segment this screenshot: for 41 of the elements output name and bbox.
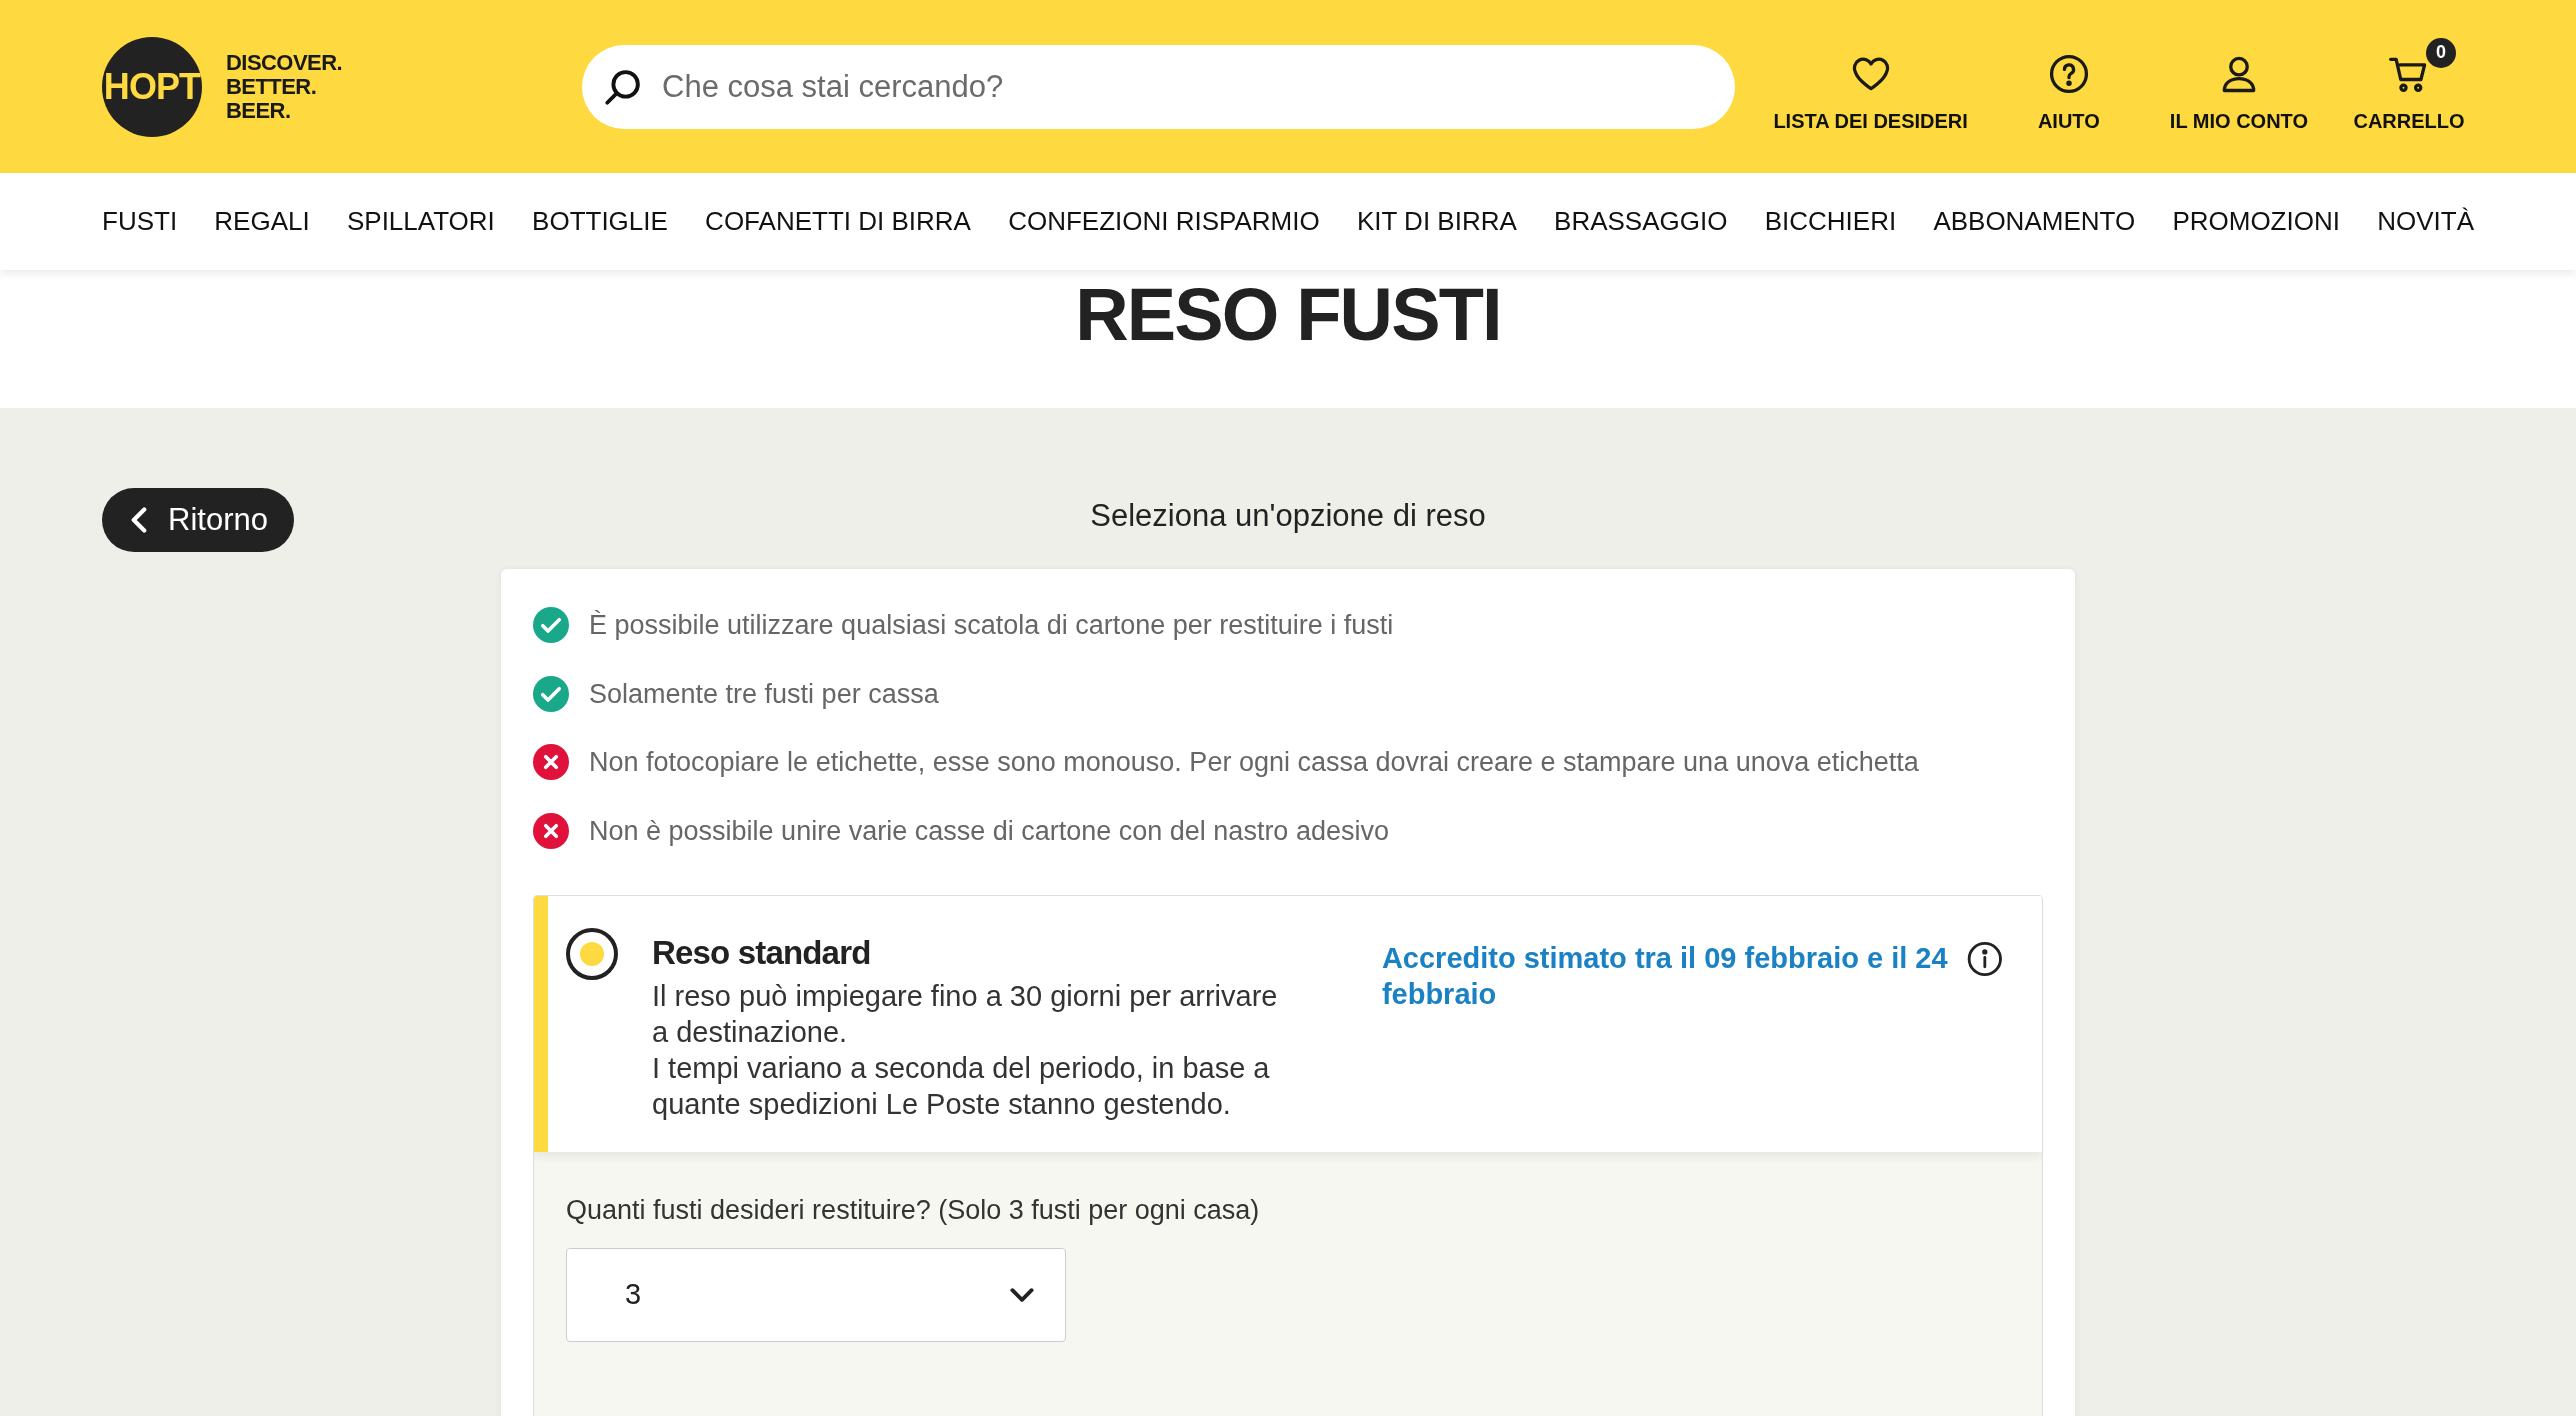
header-action[interactable]: IL MIO CONTO [2161, 37, 2316, 136]
nav-link[interactable]: BOTTIGLIE [532, 202, 668, 241]
cross-icon [533, 812, 569, 849]
rule-text: Solamente tre fusti per cassa [589, 677, 939, 711]
nav-link[interactable]: REGALI [214, 202, 310, 241]
rule-text: Non fotocopiare le etichette, esse sono monouso. Per ogni cassa dovrai creare e stampare una unova etichetta [589, 746, 1919, 779]
cart-count-badge: 0 [2426, 37, 2456, 68]
nav-link[interactable]: COFANETTI DI BIRRA [705, 202, 971, 241]
option-description: Il reso può impiegare fino a 30 giorni per arrivare a destinazione. [652, 978, 1279, 1050]
subtitle: Seleziona un'opzione di reso [1090, 497, 1486, 533]
option-description: I tempi variano a seconda del periodo, in base a quante spedizioni Le Poste stanno gestendo. [652, 1050, 1271, 1122]
header-action[interactable]: LISTA DEI DESIDERI [1765, 37, 1976, 136]
rule-text: È possibile utilizzare qualsiasi scatola di cartone per restituire i fusti [589, 609, 1394, 642]
nav-link[interactable]: PROMOZIONI [2172, 202, 2340, 241]
page-title: RESO FUSTI [1075, 272, 1501, 358]
nav-link[interactable]: ABBONAMENTO [1933, 202, 2136, 241]
nav-link[interactable]: BICCHIERI [1764, 202, 1897, 241]
return-option[interactable] [534, 896, 2042, 1152]
quantity-label: Quanti fusti desideri restituire? (Solo 3 fusti per ogni casa) [566, 1194, 1260, 1225]
nav-link[interactable]: CONFEZIONI RISPARMIO [1008, 202, 1320, 241]
info-icon[interactable] [1966, 940, 2004, 978]
cross-icon [533, 744, 569, 781]
rule-text: Non è possibile unire varie casse di cartone con del nastro adesivo [589, 814, 1389, 848]
nav-link[interactable]: NOVITÀ [2377, 202, 2474, 241]
search-field[interactable]: Che cosa stai cercando? [582, 44, 1735, 129]
logo-badge[interactable]: HOPT [102, 36, 202, 137]
back-button[interactable]: Ritorno [102, 488, 294, 552]
option-title: Reso standard [652, 933, 872, 973]
check-icon [533, 675, 569, 712]
check-icon [533, 607, 569, 644]
header-action[interactable]: 0 CARRELLO [2344, 37, 2474, 136]
radio-button[interactable] [566, 928, 618, 980]
header-action[interactable]: AIUTO [2003, 37, 2134, 136]
nav-link[interactable]: SPILLATORI [346, 202, 495, 241]
nav-link[interactable]: BRASSAGGIO [1554, 202, 1728, 241]
nav-link[interactable]: FUSTI [102, 202, 178, 241]
estimate-text: Accredito stimato tra il 09 febbraio e il 24 febbraio [1381, 941, 1949, 1012]
logo-tagline: DISCOVER. BETTER. BEER. [226, 50, 343, 123]
quantity-select[interactable]: 3 [566, 1248, 1066, 1342]
chevron-down-icon [1009, 1287, 1035, 1303]
nav-link[interactable]: KIT DI BIRRA [1356, 202, 1517, 241]
